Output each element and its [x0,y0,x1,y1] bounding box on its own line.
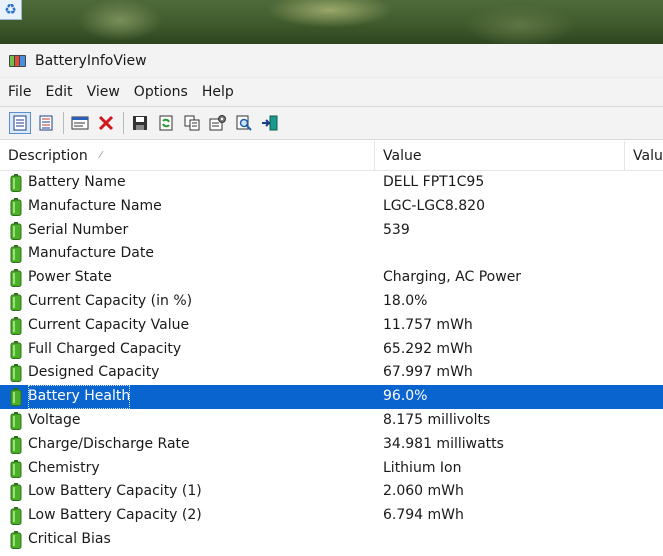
row-value: 539 [383,221,410,238]
battery-icon [10,364,22,383]
column-header-description[interactable]: Description ⁄ [0,141,375,171]
find-icon[interactable] [233,112,255,134]
row-description: Power State [28,269,112,286]
list-item[interactable]: Voltage 8.175 millivolts [0,409,663,433]
row-value: 8.175 millivolts [383,411,491,428]
title-bar[interactable]: BatteryInfoView [0,44,663,78]
row-description: Full Charged Capacity [28,340,182,357]
column-header-value[interactable]: Value [375,141,625,171]
row-value: Charging, AC Power [383,269,522,286]
list-item[interactable]: Charge/Discharge Rate 34.981 milliwatts [0,433,663,457]
row-description: Battery Name [28,174,126,190]
battery-icon [10,197,22,216]
toolbar-separator [123,112,124,134]
menu-file[interactable]: File [3,84,37,100]
row-description: Designed Capacity [28,364,160,381]
list-item[interactable]: Battery Health 96.0% [0,385,663,409]
list-item[interactable]: Current Capacity (in %) 18.0% [0,290,663,314]
battery-icon [10,340,22,359]
list-item[interactable]: Power State Charging, AC Power [0,266,663,290]
row-description: Charge/Discharge Rate [28,435,190,452]
row-value: 34.981 milliwatts [383,435,504,452]
battery-icon [10,435,22,454]
battery-info-list[interactable]: Description ⁄ Value Value Battery Name DE… [0,141,663,556]
menu-view[interactable]: View [82,84,126,100]
battery-icon [10,316,22,335]
row-value: 6.794 mWh [383,507,464,524]
list-item[interactable]: Full Charged Capacity 65.292 mWh [0,338,663,362]
list-header: Description ⁄ Value Value [0,141,663,171]
exit-icon[interactable] [259,112,281,134]
app-icon [9,54,27,68]
row-value: 67.997 mWh [383,364,473,381]
battery-icon [10,388,22,407]
row-value: DELL FPT1C95 [383,174,485,190]
row-value: Lithium Ion [383,459,462,476]
view-mode-battery-info-icon[interactable] [9,112,31,134]
list-item[interactable]: Manufacture Name LGC-LGC8.820 [0,195,663,219]
list-item[interactable]: Low Battery Capacity (1) 2.060 mWh [0,480,663,504]
battery-icon [10,530,22,549]
list-item[interactable]: Manufacture Date [0,242,663,266]
row-description: Low Battery Capacity (2) [28,507,202,524]
battery-icon [10,269,22,288]
row-description: Low Battery Capacity (1) [28,483,202,500]
list-item[interactable]: Battery Name DELL FPT1C95 [0,171,663,195]
row-value: 11.757 mWh [383,316,473,333]
row-value: LGC-LGC8.820 [383,197,485,214]
row-description: Manufacture Name [28,197,162,214]
menu-options[interactable]: Options [129,84,194,100]
copy-icon[interactable] [181,112,203,134]
window-title: BatteryInfoView [35,52,147,69]
menu-edit[interactable]: Edit [40,84,78,100]
view-mode-battery-log-icon[interactable] [35,112,57,134]
refresh-icon[interactable] [155,112,177,134]
recycle-bin-icon[interactable]: ♻ [0,0,22,20]
row-value: 2.060 mWh [383,483,464,500]
desktop-wallpaper [0,0,663,44]
menu-bar: File Edit View Options Help [0,78,663,106]
battery-icon [10,174,22,192]
options-icon[interactable] [207,112,229,134]
row-description: Current Capacity (in %) [28,292,193,309]
row-description: Battery Health [28,385,131,409]
properties-window-icon[interactable] [69,112,91,134]
list-rows: Battery Name DELL FPT1C95 Manufacture Name… [0,171,663,552]
row-description: Voltage [28,411,81,428]
list-item[interactable]: Serial Number 539 [0,219,663,243]
row-description: Serial Number [28,221,129,238]
battery-icon [10,483,22,502]
battery-icon [10,507,22,526]
list-item[interactable]: Low Battery Capacity (2) 6.794 mWh [0,504,663,528]
battery-icon [10,411,22,430]
row-description: Current Capacity Value [28,316,190,333]
battery-icon [10,245,22,264]
list-item[interactable]: Designed Capacity 67.997 mWh [0,361,663,385]
menu-help[interactable]: Help [197,84,240,100]
row-description: Manufacture Date [28,245,154,262]
row-value: 65.292 mWh [383,340,473,357]
list-item[interactable]: Current Capacity Value 11.757 mWh [0,314,663,338]
toolbar-separator [63,112,64,134]
row-value: 96.0% [383,388,428,405]
delete-icon[interactable] [95,112,117,134]
battery-icon [10,459,22,478]
row-value: 18.0% [383,292,428,309]
column-header-value-2[interactable]: Value [625,141,663,171]
row-description: Chemistry [28,459,100,476]
battery-icon [10,292,22,311]
list-item[interactable]: Critical Bias [0,528,663,552]
app-window: BatteryInfoView File Edit View Options H… [0,44,663,556]
toolbar [0,106,663,140]
battery-icon [10,221,22,240]
sort-arrow-icon: ⁄ [100,150,102,161]
list-item[interactable]: Chemistry Lithium Ion [0,457,663,481]
row-description: Critical Bias [28,530,111,547]
save-icon[interactable] [129,112,151,134]
